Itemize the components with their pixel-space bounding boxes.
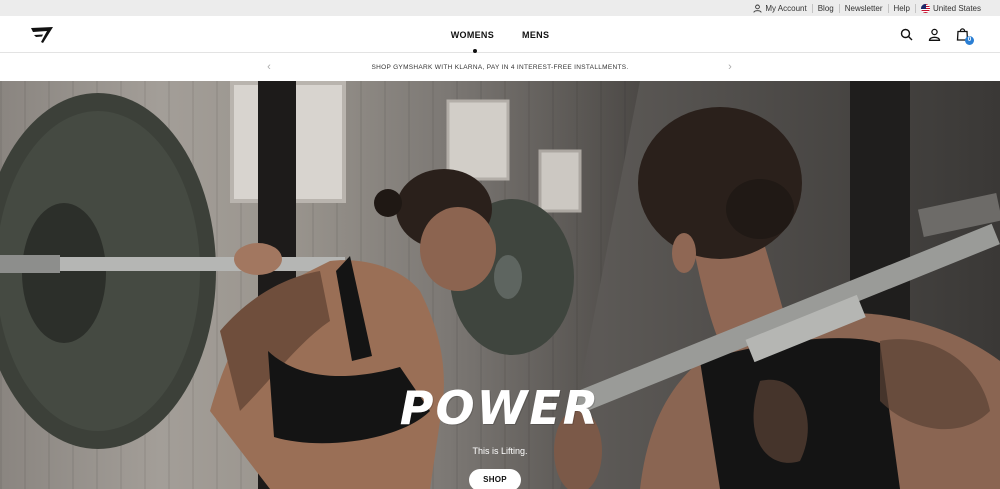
main-nav: WOMENS MENS xyxy=(0,16,1000,53)
newsletter-link[interactable]: Newsletter xyxy=(840,4,888,13)
blog-link[interactable]: Blog xyxy=(813,4,839,13)
hero-banner: POWER This is Lifting. SHOP xyxy=(0,81,1000,489)
nav-mens[interactable]: MENS xyxy=(521,30,550,40)
help-label: Help xyxy=(893,3,910,13)
account-icon xyxy=(928,28,940,41)
my-account-link[interactable]: My Account xyxy=(748,4,811,13)
site-header: WOMENS MENS 0 xyxy=(0,16,1000,53)
account-button[interactable] xyxy=(926,26,942,42)
newsletter-label: Newsletter xyxy=(844,3,883,13)
my-account-label: My Account xyxy=(765,3,807,13)
utility-links: My Account Blog Newsletter Help United S… xyxy=(748,0,986,16)
search-icon xyxy=(900,28,912,40)
help-link[interactable]: Help xyxy=(889,4,915,13)
nav-womens[interactable]: WOMENS xyxy=(450,30,495,40)
search-button[interactable] xyxy=(898,26,914,42)
blog-label: Blog xyxy=(817,3,834,13)
nav-active-indicator xyxy=(473,49,477,53)
promo-text: SHOP GYMSHARK WITH KLARNA, PAY IN 4 INTE… xyxy=(371,64,629,71)
us-flag-icon xyxy=(920,3,930,13)
region-label: United States xyxy=(932,3,981,13)
promo-next-button[interactable]: › xyxy=(724,61,736,73)
utility-bar: My Account Blog Newsletter Help United S… xyxy=(0,0,1000,16)
gymshark-logo-icon[interactable] xyxy=(29,25,55,45)
user-icon xyxy=(753,4,762,13)
hero-photo-right xyxy=(554,81,1000,489)
header-icons: 0 xyxy=(898,26,974,45)
bag-button[interactable]: 0 xyxy=(954,26,974,45)
promo-banner: ‹ SHOP GYMSHARK WITH KLARNA, PAY IN 4 IN… xyxy=(0,54,1000,81)
region-selector[interactable]: United States xyxy=(916,3,986,13)
bag-count-badge: 0 xyxy=(965,36,974,45)
promo-prev-button[interactable]: ‹ xyxy=(263,61,275,73)
shop-button[interactable]: SHOP xyxy=(469,469,521,489)
